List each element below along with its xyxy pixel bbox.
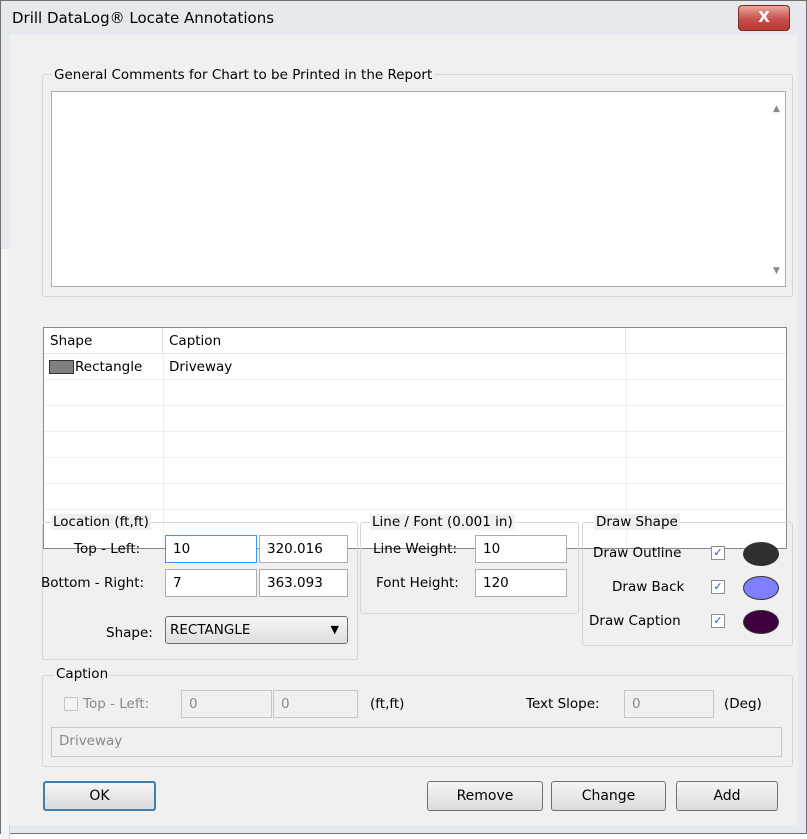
column-header-shape[interactable]: Shape (44, 328, 163, 354)
top-left-label: Top - Left: (74, 541, 141, 557)
chevron-down-icon: ▼ (330, 623, 339, 636)
caption-top-left-label: Top - Left: (83, 696, 150, 712)
table-row[interactable] (44, 380, 786, 406)
shape-label: Shape: (106, 625, 153, 641)
text-slope-label: Text Slope: (526, 696, 600, 712)
caption-y-field[interactable]: 0 (273, 690, 358, 718)
bottom-right-y-field[interactable]: 363.093 (259, 569, 348, 597)
scroll-up-icon[interactable]: ▲ (773, 104, 780, 114)
font-height-field[interactable]: 120 (475, 569, 567, 597)
comments-legend: General Comments for Chart to be Printed… (52, 67, 435, 83)
shape-select-value: RECTANGLE (170, 622, 251, 638)
caption-legend: Caption (54, 666, 111, 682)
row-shape: Rectangle (75, 359, 143, 375)
table-row[interactable] (44, 406, 786, 432)
shape-swatch (49, 360, 74, 374)
text-slope-field[interactable]: 0 (624, 690, 714, 718)
caption-color-swatch[interactable] (743, 610, 779, 634)
scroll-down-icon[interactable]: ▼ (773, 266, 780, 276)
top-left-x-field[interactable]: 10 (165, 535, 257, 563)
draw-back-label: Draw Back (612, 579, 685, 595)
linefont-legend: Line / Font (0.001 in) (370, 514, 515, 530)
window-title: Drill DataLog® Locate Annotations (12, 9, 275, 27)
dialog-window: Drill DataLog® Locate Annotations X Gene… (0, 0, 807, 839)
table-row[interactable] (44, 458, 786, 484)
caption-units-label: (ft,ft) (370, 696, 405, 712)
table-row[interactable] (44, 484, 786, 510)
comments-scrollbar[interactable]: ▲ ▼ (768, 92, 785, 286)
drawshape-legend: Draw Shape (594, 514, 680, 530)
column-header-empty[interactable] (626, 328, 786, 354)
add-button[interactable]: Add (676, 781, 778, 811)
bottom-right-x-field[interactable]: 7 (165, 569, 257, 597)
back-color-swatch[interactable] (743, 576, 779, 600)
table-row[interactable] (44, 432, 786, 458)
draw-outline-checkbox[interactable]: ✓ (711, 546, 725, 560)
caption-text-field[interactable]: Driveway (51, 727, 782, 757)
draw-outline-label: Draw Outline (593, 545, 682, 561)
dialog-client: General Comments for Chart to be Printed… (9, 35, 798, 825)
column-header-caption[interactable]: Caption (163, 328, 626, 354)
title-bar[interactable]: Drill DataLog® Locate Annotations X (1, 1, 806, 35)
draw-caption-checkbox[interactable]: ✓ (711, 614, 725, 628)
close-button[interactable]: X (738, 5, 790, 31)
change-button[interactable]: Change (551, 781, 666, 811)
line-weight-label: Line Weight: (373, 541, 458, 557)
ok-button[interactable]: OK (43, 781, 156, 811)
caption-x-field[interactable]: 0 (181, 690, 272, 718)
location-legend: Location (ft,ft) (51, 514, 151, 530)
top-left-y-field[interactable]: 320.016 (259, 535, 348, 563)
outline-color-swatch[interactable] (743, 542, 779, 566)
bottom-right-label: Bottom - Right: (41, 575, 145, 591)
row-caption: Driveway (169, 359, 233, 375)
remove-button[interactable]: Remove (427, 781, 543, 811)
caption-top-left-checkbox[interactable] (64, 697, 78, 711)
comments-textarea[interactable]: ▲ ▼ (51, 91, 786, 287)
shape-select[interactable]: RECTANGLE ▼ (165, 616, 348, 644)
slope-units-label: (Deg) (724, 696, 762, 712)
draw-caption-label: Draw Caption (589, 613, 681, 629)
line-weight-field[interactable]: 10 (475, 535, 567, 563)
font-height-label: Font Height: (376, 575, 459, 591)
draw-back-checkbox[interactable]: ✓ (711, 580, 725, 594)
table-row[interactable]: Rectangle Driveway (44, 354, 786, 380)
